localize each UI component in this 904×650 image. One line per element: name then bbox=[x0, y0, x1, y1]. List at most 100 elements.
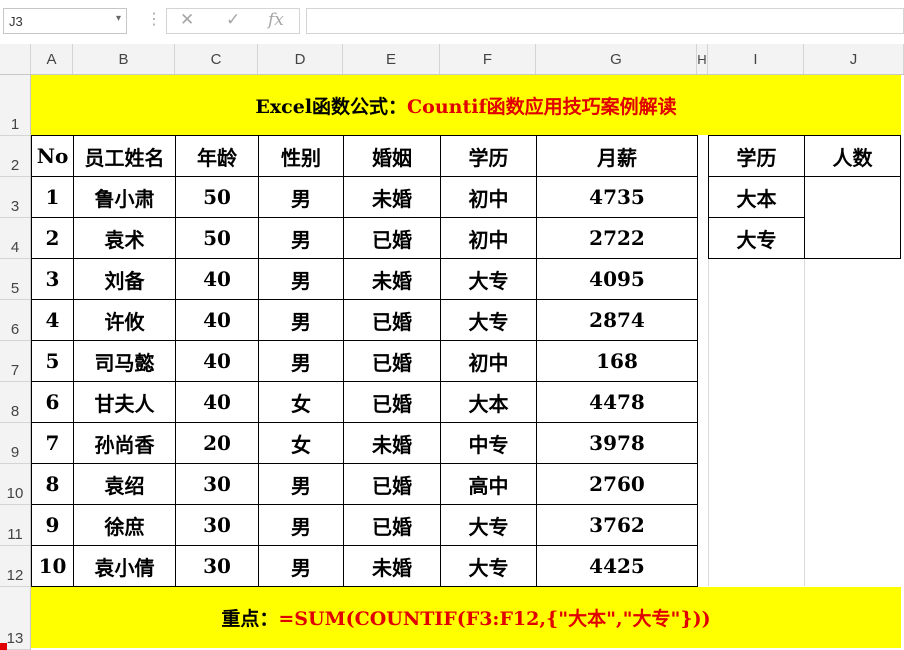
cell-no[interactable]: 3 bbox=[31, 258, 74, 300]
cell-no[interactable]: 1 bbox=[31, 176, 74, 218]
column-header-i[interactable]: I bbox=[708, 44, 804, 74]
cell-no[interactable]: 9 bbox=[31, 504, 74, 546]
cell-marital[interactable]: 未婚 bbox=[343, 258, 441, 300]
row-header-7[interactable]: 7 bbox=[0, 341, 30, 382]
cell-age[interactable]: 50 bbox=[175, 176, 259, 218]
chevron-down-icon[interactable]: ▾ bbox=[116, 13, 121, 24]
cell-no[interactable]: 4 bbox=[31, 299, 74, 341]
side-item-education[interactable]: 大专 bbox=[708, 217, 805, 259]
cell-gender[interactable]: 男 bbox=[258, 299, 344, 341]
header-cell-gender[interactable]: 性别 bbox=[258, 135, 344, 177]
enter-icon[interactable]: ✓ bbox=[226, 10, 240, 30]
cell-name[interactable]: 甘夫人 bbox=[73, 381, 176, 423]
cell-gender[interactable]: 女 bbox=[258, 422, 344, 464]
cell-no[interactable]: 8 bbox=[31, 463, 74, 505]
cell-age[interactable]: 20 bbox=[175, 422, 259, 464]
cell-no[interactable]: 2 bbox=[31, 217, 74, 259]
cell-age[interactable]: 40 bbox=[175, 299, 259, 341]
column-header-f[interactable]: F bbox=[440, 44, 536, 74]
cell-marital[interactable]: 已婚 bbox=[343, 504, 441, 546]
cell-name[interactable]: 鲁小肃 bbox=[73, 176, 176, 218]
cell-salary[interactable]: 4425 bbox=[536, 545, 698, 587]
more-options-icon[interactable]: ⋮ bbox=[146, 12, 162, 28]
cell-education[interactable]: 大专 bbox=[440, 258, 537, 300]
cell-marital[interactable]: 已婚 bbox=[343, 463, 441, 505]
cell-name[interactable]: 袁术 bbox=[73, 217, 176, 259]
cell-gender[interactable]: 男 bbox=[258, 545, 344, 587]
row-header-12[interactable]: 12 bbox=[0, 546, 30, 587]
column-header-e[interactable]: E bbox=[343, 44, 440, 74]
cell-name[interactable]: 徐庶 bbox=[73, 504, 176, 546]
cell-salary[interactable]: 3978 bbox=[536, 422, 698, 464]
cell-name[interactable]: 司马懿 bbox=[73, 340, 176, 382]
row-header-8[interactable]: 8 bbox=[0, 382, 30, 423]
cell-age[interactable]: 30 bbox=[175, 504, 259, 546]
cell-gender[interactable]: 男 bbox=[258, 217, 344, 259]
cell-salary[interactable]: 2874 bbox=[536, 299, 698, 341]
header-cell-education[interactable]: 学历 bbox=[440, 135, 537, 177]
name-box[interactable]: J3 ▾ bbox=[3, 8, 127, 34]
header-cell-name[interactable]: 员工姓名 bbox=[73, 135, 176, 177]
header-cell-marital[interactable]: 婚姻 bbox=[343, 135, 441, 177]
cell-age[interactable]: 50 bbox=[175, 217, 259, 259]
row-header-2[interactable]: 2 bbox=[0, 136, 30, 177]
footer-banner[interactable]: 重点： =SUM(COUNTIF(F3:F12,{"大本","大专"})) bbox=[31, 587, 901, 648]
cell-gender[interactable]: 男 bbox=[258, 463, 344, 505]
cell-name[interactable]: 刘备 bbox=[73, 258, 176, 300]
cell-salary[interactable]: 3762 bbox=[536, 504, 698, 546]
cell-name[interactable]: 许攸 bbox=[73, 299, 176, 341]
column-header-g[interactable]: G bbox=[536, 44, 697, 74]
cell-education[interactable]: 大专 bbox=[440, 299, 537, 341]
header-cell-no[interactable]: No bbox=[31, 135, 74, 177]
select-all-corner[interactable] bbox=[0, 44, 31, 74]
header-cell-salary[interactable]: 月薪 bbox=[536, 135, 698, 177]
cell-gender[interactable]: 男 bbox=[258, 258, 344, 300]
cancel-icon[interactable]: ✕ bbox=[180, 10, 194, 30]
side-header-count[interactable]: 人数 bbox=[804, 135, 901, 177]
cell-salary[interactable]: 168 bbox=[536, 340, 698, 382]
row-header-6[interactable]: 6 bbox=[0, 300, 30, 341]
cell-salary[interactable]: 2760 bbox=[536, 463, 698, 505]
side-count-cell[interactable] bbox=[804, 176, 901, 259]
row-header-4[interactable]: 4 bbox=[0, 218, 30, 259]
cell-marital[interactable]: 已婚 bbox=[343, 299, 441, 341]
cell-name[interactable]: 孙尚香 bbox=[73, 422, 176, 464]
cell-marital[interactable]: 已婚 bbox=[343, 381, 441, 423]
column-header-a[interactable]: A bbox=[31, 44, 73, 74]
row-header-1[interactable]: 1 bbox=[0, 75, 30, 136]
column-header-c[interactable]: C bbox=[175, 44, 258, 74]
title-banner[interactable]: Excel函数公式： Countif函数应用技巧案例解读 bbox=[31, 75, 901, 135]
cell-name[interactable]: 袁绍 bbox=[73, 463, 176, 505]
cell-education[interactable]: 大本 bbox=[440, 381, 537, 423]
cell-age[interactable]: 30 bbox=[175, 545, 259, 587]
cell-age[interactable]: 30 bbox=[175, 463, 259, 505]
formula-input[interactable] bbox=[306, 8, 904, 34]
cell-gender[interactable]: 男 bbox=[258, 176, 344, 218]
cell-education[interactable]: 初中 bbox=[440, 176, 537, 218]
cell-salary[interactable]: 2722 bbox=[536, 217, 698, 259]
cell-gender[interactable]: 女 bbox=[258, 381, 344, 423]
cell-name[interactable]: 袁小倩 bbox=[73, 545, 176, 587]
cell-salary[interactable]: 4735 bbox=[536, 176, 698, 218]
row-header-13[interactable]: 13 bbox=[0, 587, 30, 650]
row-header-5[interactable]: 5 bbox=[0, 259, 30, 300]
cell-marital[interactable]: 未婚 bbox=[343, 422, 441, 464]
column-header-j[interactable]: J bbox=[804, 44, 904, 74]
cell-marital[interactable]: 已婚 bbox=[343, 217, 441, 259]
row-header-3[interactable]: 3 bbox=[0, 177, 30, 218]
cell-no[interactable]: 7 bbox=[31, 422, 74, 464]
row-header-10[interactable]: 10 bbox=[0, 464, 30, 505]
column-header-d[interactable]: D bbox=[258, 44, 343, 74]
cell-education[interactable]: 大专 bbox=[440, 504, 537, 546]
cell-no[interactable]: 6 bbox=[31, 381, 74, 423]
fx-icon[interactable]: fx bbox=[268, 10, 284, 30]
cell-education[interactable]: 初中 bbox=[440, 340, 537, 382]
cell-marital[interactable]: 未婚 bbox=[343, 545, 441, 587]
cell-no[interactable]: 5 bbox=[31, 340, 74, 382]
cell-no[interactable]: 10 bbox=[31, 545, 74, 587]
cell-age[interactable]: 40 bbox=[175, 340, 259, 382]
cell-marital[interactable]: 未婚 bbox=[343, 176, 441, 218]
column-header-b[interactable]: B bbox=[73, 44, 175, 74]
cell-marital[interactable]: 已婚 bbox=[343, 340, 441, 382]
row-header-9[interactable]: 9 bbox=[0, 423, 30, 464]
